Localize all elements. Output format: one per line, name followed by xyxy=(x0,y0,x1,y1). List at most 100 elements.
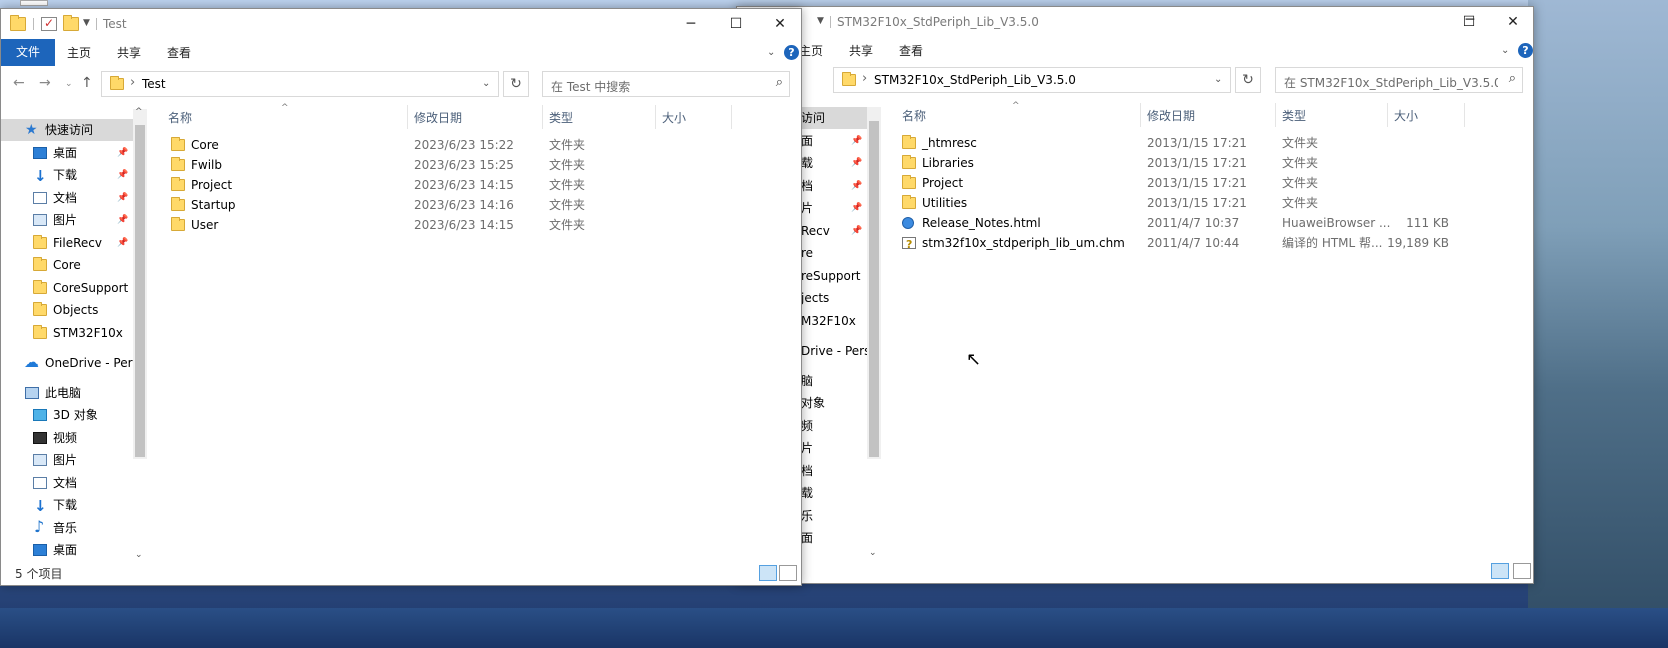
file-row[interactable]: Project 2013/1/15 17:21 文件夹 xyxy=(892,173,1512,193)
tab-share[interactable]: 共享 xyxy=(849,41,873,62)
ribbon-expand-icon[interactable]: ⌄ xyxy=(767,47,775,58)
pin-icon[interactable]: 📌 xyxy=(117,187,128,209)
column-size[interactable]: 大小 xyxy=(1394,107,1418,124)
nav-item[interactable]: Objects xyxy=(1,299,133,321)
nav-item[interactable]: OneDrive - Perso xyxy=(1,351,134,374)
details-view-button[interactable] xyxy=(759,565,777,581)
nav-item[interactable]: 桌面 📌 xyxy=(1,142,133,164)
column-divider[interactable] xyxy=(1387,103,1388,127)
column-divider[interactable] xyxy=(1140,103,1141,127)
column-divider[interactable] xyxy=(407,105,408,129)
tab-view[interactable]: 查看 xyxy=(899,41,923,62)
close-button[interactable]: ✕ xyxy=(1491,7,1533,37)
file-row[interactable]: Utilities 2013/1/15 17:21 文件夹 xyxy=(892,193,1512,213)
pin-icon[interactable]: 📌 xyxy=(851,152,862,174)
help-icon[interactable]: ? xyxy=(1518,43,1533,58)
address-dropdown-icon[interactable]: ⌄ xyxy=(1214,74,1222,85)
nav-scrollbar-thumb[interactable] xyxy=(135,125,145,457)
nav-scrollbar[interactable]: ^ xyxy=(133,107,147,459)
address-dropdown-icon[interactable]: ⌄ xyxy=(482,78,490,89)
nav-item[interactable]: 文档 📌 xyxy=(1,187,133,209)
tab-home[interactable]: 主页 xyxy=(67,43,91,64)
up-button[interactable]: ↑ xyxy=(81,75,93,91)
nav-item[interactable]: 图片 📌 xyxy=(1,209,133,231)
tab-view[interactable]: 查看 xyxy=(167,43,191,64)
nav-item[interactable]: 此电脑 xyxy=(1,382,133,404)
pin-icon[interactable]: 📌 xyxy=(851,220,862,242)
tab-home[interactable]: 主页 xyxy=(799,41,823,62)
file-row[interactable]: Project 2023/6/23 14:15 文件夹 xyxy=(161,175,781,195)
nav-item[interactable]: 下载 📌 xyxy=(1,164,133,187)
file-row[interactable]: Core 2023/6/23 15:22 文件夹 xyxy=(161,135,781,155)
nav-item[interactable]: Core xyxy=(1,254,133,276)
pin-icon[interactable]: 📌 xyxy=(851,130,862,152)
pin-icon[interactable]: 📌 xyxy=(117,142,128,164)
pin-icon[interactable]: 📌 xyxy=(851,175,862,197)
properties-icon[interactable] xyxy=(41,16,57,31)
column-name[interactable]: 名称 xyxy=(902,107,926,124)
column-modified[interactable]: 修改日期 xyxy=(1147,107,1195,124)
refresh-button[interactable]: ↻ xyxy=(503,71,529,97)
refresh-button[interactable]: ↻ xyxy=(1235,67,1261,93)
nav-item[interactable]: 快速访问 xyxy=(1,119,133,141)
search-input[interactable]: 在 Test 中搜索 ⌕ xyxy=(542,71,790,97)
nav-scroll-up-icon[interactable]: ^ xyxy=(135,107,143,117)
address-text[interactable]: STM32F10x_StdPeriph_Lib_V3.5.0 xyxy=(874,73,1076,87)
search-input[interactable]: 在 STM32F10x_StdPeriph_Lib_V3.5.0 ... ⌕ xyxy=(1275,67,1523,93)
file-row[interactable]: Fwilb 2023/6/23 15:25 文件夹 xyxy=(161,155,781,175)
forward-button[interactable]: → xyxy=(39,75,51,91)
nav-item[interactable]: 3D 对象 xyxy=(1,404,133,426)
nav-item[interactable]: 图片 xyxy=(1,449,133,471)
large-icons-view-button[interactable] xyxy=(779,565,797,581)
nav-item[interactable]: 桌面 xyxy=(1,539,133,559)
column-divider[interactable] xyxy=(655,105,656,129)
new-folder-icon[interactable] xyxy=(63,15,79,31)
title-bar[interactable]: ▼ Test ─ ☐ ✕ xyxy=(1,9,801,39)
tab-file[interactable]: 文件 xyxy=(1,39,55,66)
nav-item[interactable]: 视频 xyxy=(1,427,133,449)
close-button[interactable]: ✕ xyxy=(758,9,801,39)
help-icon[interactable]: ? xyxy=(784,45,799,60)
nav-item[interactable]: STM32F10x xyxy=(1,322,133,344)
address-bar[interactable]: › Test ⌄ xyxy=(101,71,499,97)
pin-icon[interactable]: 📌 xyxy=(117,232,128,254)
large-icons-view-button[interactable] xyxy=(1513,563,1531,579)
nav-item[interactable]: FileRecv 📌 xyxy=(1,232,133,254)
minimize-button[interactable]: ─ xyxy=(669,9,713,39)
column-divider[interactable] xyxy=(1275,103,1276,127)
quick-access-dropdown-icon[interactable]: ▼ xyxy=(83,18,90,28)
column-divider[interactable] xyxy=(542,105,543,129)
column-size[interactable]: 大小 xyxy=(662,109,686,126)
navigation-pane[interactable]: 快速访问桌面 📌 下载 📌 文档 📌 图片 📌 FileRecv 📌 Core CoreSupport… xyxy=(1,119,134,559)
nav-item[interactable]: 文档 xyxy=(1,472,133,494)
file-row[interactable]: Release_Notes.html 2011/4/7 10:37 HuaweiBr… xyxy=(892,213,1512,233)
file-row[interactable]: Startup 2023/6/23 14:16 文件夹 xyxy=(161,195,781,215)
address-text[interactable]: Test xyxy=(142,77,166,91)
nav-scrollbar[interactable] xyxy=(867,107,881,459)
nav-item[interactable]: CoreSupport xyxy=(1,277,133,299)
ribbon-expand-icon[interactable]: ⌄ xyxy=(1501,45,1509,56)
search-icon[interactable]: ⌕ xyxy=(1509,71,1516,86)
search-icon[interactable]: ⌕ xyxy=(776,75,783,90)
recent-locations-icon[interactable]: ⌄ xyxy=(65,79,73,89)
column-modified[interactable]: 修改日期 xyxy=(414,109,462,126)
breadcrumb-chevron-icon[interactable]: › xyxy=(862,71,867,86)
maximize-button[interactable]: ☐ xyxy=(1447,7,1491,37)
file-row[interactable]: _htmresc 2013/1/15 17:21 文件夹 xyxy=(892,133,1512,153)
nav-scroll-down-icon[interactable]: ⌄ xyxy=(135,550,143,560)
column-name[interactable]: 名称 xyxy=(168,109,192,126)
quick-access-dropdown-icon[interactable]: ▼ xyxy=(817,16,824,26)
file-row[interactable]: stm32f10x_stdperiph_lib_um.chm 2011/4/7 1… xyxy=(892,233,1512,255)
back-button[interactable]: ← xyxy=(13,75,25,91)
pin-icon[interactable]: 📌 xyxy=(851,197,862,219)
column-type[interactable]: 类型 xyxy=(1282,107,1306,124)
tab-share[interactable]: 共享 xyxy=(117,43,141,64)
address-bar[interactable]: › STM32F10x_StdPeriph_Lib_V3.5.0 ⌄ xyxy=(833,67,1231,93)
nav-scroll-down-icon[interactable]: ⌄ xyxy=(869,548,877,558)
explorer-window-stdperiph[interactable]: ▼ STM32F10x_StdPeriph_Lib_V3.5.0 ─ ☐ ✕ 主… xyxy=(736,6,1534,584)
pin-icon[interactable]: 📌 xyxy=(117,164,128,186)
column-divider[interactable] xyxy=(731,105,732,129)
column-type[interactable]: 类型 xyxy=(549,109,573,126)
maximize-button[interactable]: ☐ xyxy=(714,9,758,39)
details-view-button[interactable] xyxy=(1491,563,1509,579)
